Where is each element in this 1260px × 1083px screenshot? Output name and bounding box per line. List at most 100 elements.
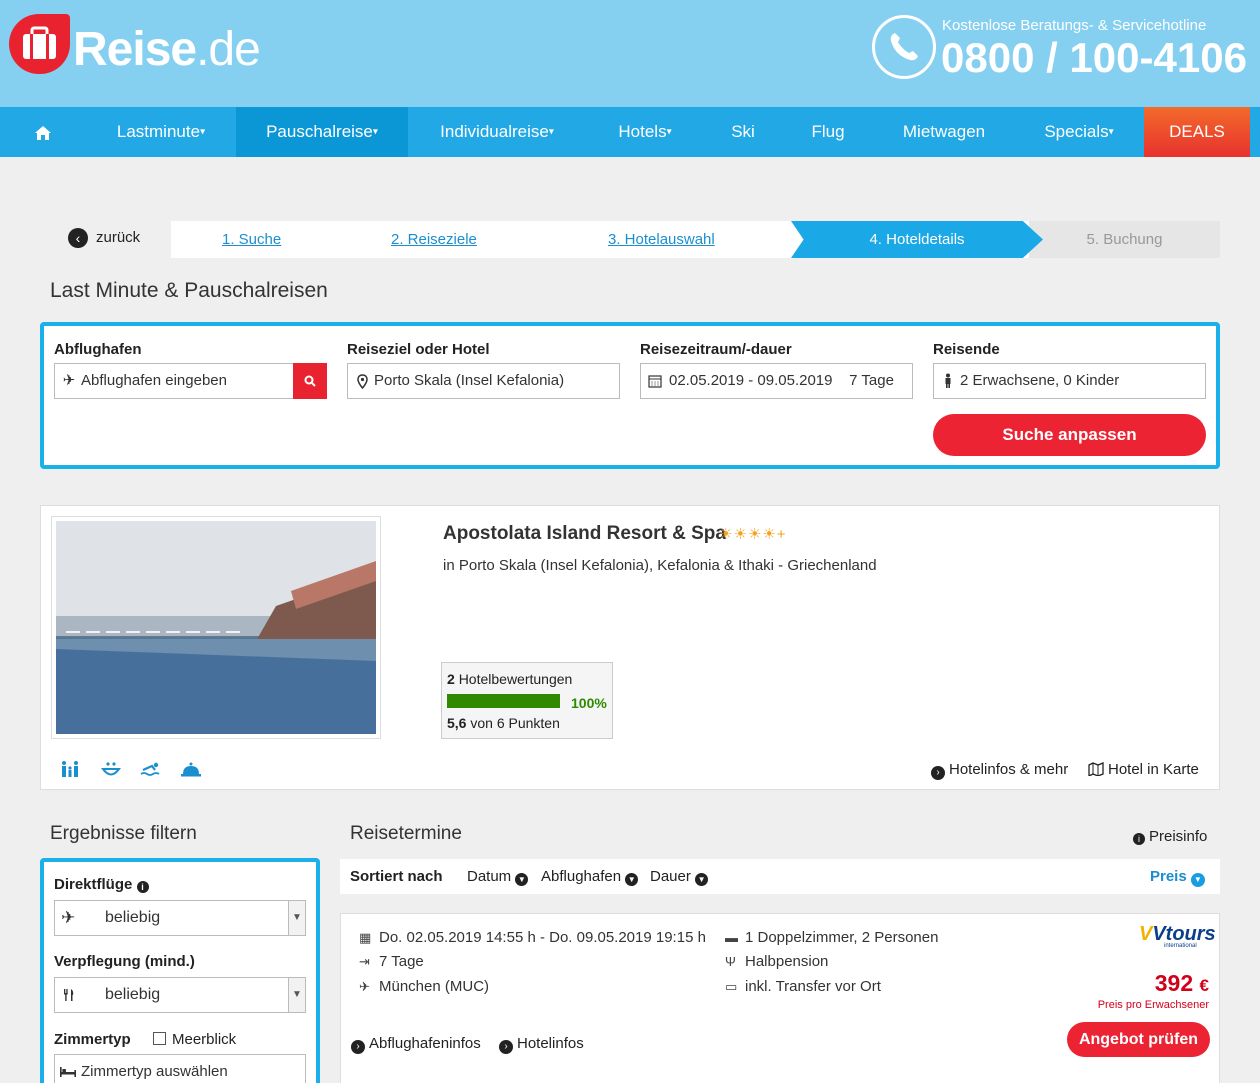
chevron-down-icon: ▼ — [288, 978, 305, 1012]
period-input[interactable]: 02.05.2019 - 09.05.2019 7 Tage — [640, 363, 913, 399]
chevron-down-icon: ▼ — [625, 873, 639, 886]
score: 5,6 — [447, 715, 467, 731]
recommend-pct: 100% — [571, 695, 607, 711]
step-hoteldetails: 4. Hoteldetails — [791, 221, 1043, 258]
sort-label: Sortiert nach — [350, 868, 443, 885]
reviews-label: Hotelbewertungen — [458, 671, 573, 687]
chevron-right-icon: › — [499, 1040, 513, 1054]
rating-box[interactable]: 2 Hotelbewertungen 100% 5,6 von 6 Punkte… — [441, 662, 613, 739]
info-icon: i — [1133, 833, 1145, 845]
bed-icon — [60, 1055, 76, 1083]
person-icon — [940, 364, 956, 398]
nav-flug[interactable]: Flug — [782, 107, 874, 157]
cutlery-icon — [63, 978, 75, 1012]
step-buchung: 5. Buchung — [1029, 221, 1220, 258]
plane-icon: ✈ — [61, 908, 76, 927]
nav-hotels[interactable]: Hotels▾ — [586, 107, 704, 157]
board-select[interactable]: beliebig ▼ — [54, 977, 306, 1013]
main-nav: Lastminute▾ Pauschalreise▾ Individualrei… — [0, 107, 1260, 157]
offer-duration: ⇥ 7 Tage — [359, 953, 424, 970]
hotline-label: Kostenlose Beratungs- & Servicehotline — [942, 17, 1207, 34]
hotline-number[interactable]: 0800 / 100-4106 — [941, 34, 1247, 82]
check-offer-button[interactable]: Angebot prüfen — [1067, 1022, 1210, 1057]
destination-label: Reiseziel oder Hotel — [347, 341, 490, 358]
room-type-label: Zimmertyp — [54, 1031, 131, 1048]
offer-hotel-info-link[interactable]: › Hotelinfos — [499, 1035, 584, 1054]
seaview-checkbox[interactable]: Meerblick — [153, 1031, 236, 1048]
priceinfo-link[interactable]: i Preisinfo — [1133, 828, 1207, 845]
filter-title: Ergebnisse filtern — [50, 823, 197, 844]
nav-individualreise[interactable]: Individualreise▾ — [408, 107, 586, 157]
offer-airport: ✈ München (MUC) — [359, 978, 490, 995]
hotel-info-link[interactable]: › Hotelinfos & mehr — [931, 761, 1068, 780]
site-header: Reise.de Kostenlose Beratungs- & Service… — [0, 0, 1260, 107]
price-note: Preis pro Erwachsener — [1097, 999, 1209, 1011]
travellers-input[interactable]: 2 Erwachsene, 0 Kinder — [933, 363, 1206, 399]
spa-icon — [101, 760, 121, 783]
score-suffix: von 6 Punkten — [470, 715, 560, 731]
plane-icon: ✈ — [359, 979, 370, 994]
room-type-select[interactable]: Zimmertyp auswählen — [54, 1054, 306, 1083]
duration-icon: ⇥ — [359, 954, 370, 969]
back-link[interactable]: ‹ zurück — [68, 228, 140, 248]
bed-icon: ▬ — [725, 930, 738, 945]
cutlery-icon: Ψ — [725, 954, 736, 969]
family-icon — [60, 760, 80, 783]
hotel-name[interactable]: Apostolata Island Resort & Spa — [443, 523, 726, 545]
nav-pauschalreise[interactable]: Pauschalreise▾ — [236, 107, 408, 157]
logo-suitcase-icon[interactable] — [9, 14, 70, 74]
offer-board: Ψ Halbpension — [725, 953, 829, 970]
hotel-stars-icon: ☀☀☀☀+ — [719, 526, 787, 543]
swimming-icon — [140, 760, 162, 783]
board-label: Verpflegung (mind.) — [54, 953, 195, 970]
operator-sub: international — [1164, 943, 1197, 949]
chevron-down-icon: ▼ — [515, 873, 529, 886]
chevron-left-icon: ‹ — [68, 228, 88, 248]
nav-ski[interactable]: Ski — [704, 107, 782, 157]
destination-input[interactable]: Porto Skala (Insel Kefalonia) — [347, 363, 620, 399]
hotel-photo[interactable] — [51, 516, 381, 739]
step-reiseziele[interactable]: 2. Reiseziele — [391, 221, 477, 258]
chevron-down-icon: ▼ — [1190, 873, 1205, 887]
direct-flights-select[interactable]: ✈ beliebig ▼ — [54, 900, 306, 936]
home-icon[interactable] — [0, 107, 86, 157]
submit-search-button[interactable]: Suche anpassen — [933, 414, 1206, 456]
sort-datum[interactable]: Datum ▼ — [467, 859, 532, 894]
offer-price: 392 € — [1154, 970, 1209, 996]
period-label: Reisezeitraum/-dauer — [640, 341, 792, 358]
offer-room: ▬ 1 Doppelzimmer, 2 Personen — [725, 929, 939, 946]
offer-transfer: ▭ inkl. Transfer vor Ort — [725, 978, 881, 995]
sort-preis[interactable]: Preis ▼ — [1150, 859, 1209, 894]
checkbox-icon — [153, 1032, 166, 1045]
vtours-v-icon: V — [1139, 923, 1153, 945]
nav-specials[interactable]: Specials▾ — [1014, 107, 1144, 157]
calendar-icon: ▦ — [359, 930, 372, 945]
reviews-count: 2 — [447, 671, 455, 687]
chevron-down-icon: ▼ — [695, 873, 709, 886]
airport-info-link[interactable]: › Abflughafeninfos — [351, 1035, 481, 1054]
travellers-label: Reisende — [933, 341, 1000, 358]
recommend-bar — [447, 694, 560, 708]
sort-abflughafen[interactable]: Abflughafen ▼ — [541, 859, 642, 894]
offer-dates: ▦ Do. 02.05.2019 14:55 h - Do. 09.05.2019… — [359, 929, 706, 946]
sort-bar: Sortiert nach Datum ▼ Abflughafen ▼ Daue… — [340, 859, 1220, 894]
map-icon — [1088, 761, 1108, 778]
nav-lastminute[interactable]: Lastminute▾ — [86, 107, 236, 157]
nav-mietwagen[interactable]: Mietwagen — [874, 107, 1014, 157]
offer-card: ▦ Do. 02.05.2019 14:55 h - Do. 09.05.2019… — [340, 913, 1220, 1083]
sort-dauer[interactable]: Dauer ▼ — [650, 859, 712, 894]
info-icon[interactable]: i — [136, 881, 149, 893]
logo-wordmark[interactable]: Reise.de — [73, 22, 261, 77]
map-pin-icon — [354, 364, 370, 398]
step-hotelauswahl[interactable]: 3. Hotelauswahl — [608, 221, 715, 258]
search-icon[interactable] — [293, 363, 327, 399]
filter-panel: Direktflüge i ✈ beliebig ▼ Verpflegung (… — [40, 858, 320, 1083]
hotel-map-link[interactable]: Hotel in Karte — [1088, 761, 1199, 778]
nav-deals[interactable]: DEALS — [1144, 107, 1250, 157]
search-title: Last Minute & Pauschalreisen — [50, 279, 328, 302]
chevron-down-icon: ▼ — [288, 901, 305, 935]
departure-input[interactable]: ✈ Abflughafen eingeben — [54, 363, 294, 399]
direct-flights-label: Direktflüge i — [54, 876, 153, 893]
plane-icon: ✈ — [62, 372, 76, 389]
step-suche[interactable]: 1. Suche — [222, 221, 281, 258]
